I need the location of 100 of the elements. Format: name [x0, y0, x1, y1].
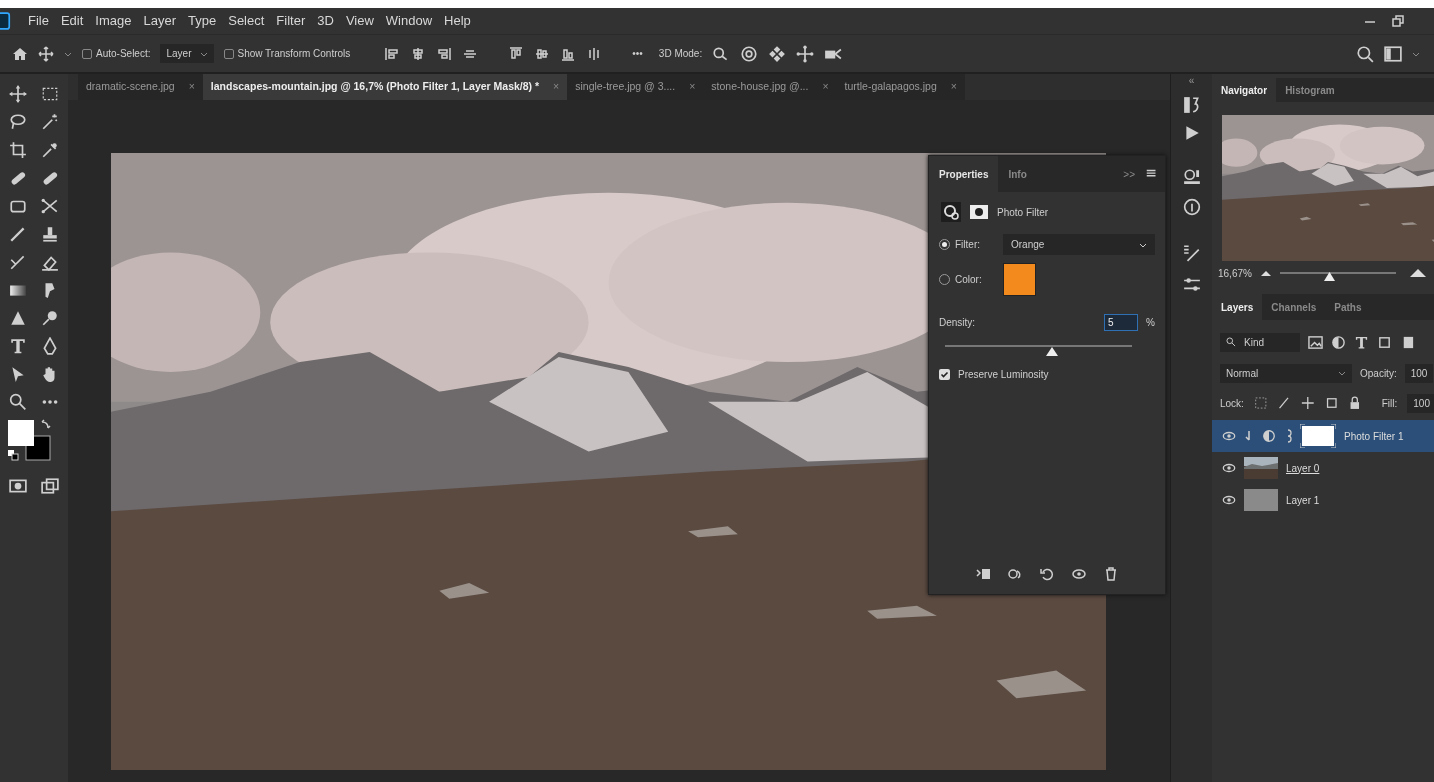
menu-item[interactable]: Help — [438, 10, 477, 32]
menu-item[interactable]: Filter — [270, 10, 312, 32]
density-field[interactable]: 5 — [1104, 314, 1139, 331]
menu-item[interactable]: Type — [182, 10, 223, 32]
menu-item[interactable]: View — [339, 10, 380, 32]
auto-select-label: Auto-Select: — [96, 47, 151, 61]
shape-filter-icon[interactable] — [1377, 334, 1392, 350]
collapse-button[interactable]: « — [1188, 76, 1195, 86]
stamp-icon[interactable] — [41, 225, 59, 243]
menu-item[interactable]: Select — [222, 10, 271, 32]
panel-tab[interactable]: Navigator — [1212, 78, 1277, 102]
lock-artboard-icon[interactable] — [1324, 396, 1339, 410]
layer-mask-thumbnail[interactable] — [1300, 424, 1336, 448]
close-tab-icon[interactable]: × — [689, 79, 696, 95]
layer-row[interactable]: Layer 1 — [1212, 484, 1434, 516]
opacity-label: Opacity: — [1360, 366, 1397, 381]
color-swatch[interactable] — [1003, 263, 1036, 296]
eyedropper-icon[interactable] — [41, 141, 59, 159]
align-icon[interactable] — [508, 45, 525, 62]
slide-icon[interactable] — [796, 44, 815, 63]
type-tool-icon[interactable] — [9, 337, 27, 355]
eye-icon[interactable] — [1222, 461, 1236, 475]
menu-item[interactable]: Image — [89, 10, 138, 32]
document-tab[interactable]: single-tree.jpg @ 3.... × — [567, 74, 704, 100]
pen-icon[interactable] — [41, 337, 59, 355]
blend-mode-dropdown[interactable]: Normal — [1220, 363, 1352, 383]
lock-icon[interactable] — [1348, 396, 1362, 410]
lock-pixels-icon[interactable] — [1253, 396, 1268, 410]
adjustment-icon[interactable] — [941, 202, 961, 222]
zoom-slider-thumb[interactable] — [1324, 272, 1336, 281]
menu-item[interactable]: File — [22, 10, 55, 32]
layer-dropdown[interactable]: Layer — [160, 44, 214, 63]
marquee-icon[interactable] — [41, 85, 59, 103]
close-tab-icon[interactable]: × — [188, 79, 195, 95]
view-previous-icon[interactable] — [1007, 566, 1023, 582]
layer-thumbnail[interactable] — [1244, 457, 1278, 479]
crop-icon[interactable] — [9, 141, 27, 159]
mask-icon[interactable] — [969, 202, 989, 222]
close-tab-icon[interactable]: × — [950, 79, 957, 95]
adjustment-filter-icon[interactable] — [1331, 334, 1346, 350]
preserve-luminosity-checkbox[interactable] — [939, 369, 950, 380]
move-icon[interactable] — [38, 45, 54, 62]
trash-icon[interactable] — [1103, 566, 1119, 582]
filter-dropdown[interactable]: Orange — [1003, 234, 1155, 255]
eye-icon[interactable] — [1222, 493, 1236, 507]
workspace-icon[interactable] — [1384, 44, 1402, 63]
zoom-in-icon[interactable] — [1410, 268, 1426, 278]
align-icon[interactable] — [436, 45, 453, 62]
properties-panel-icon[interactable] — [1182, 276, 1201, 294]
document-tab[interactable]: stone-house.jpg @... × — [703, 74, 837, 100]
home-icon[interactable] — [12, 45, 28, 62]
search-icon[interactable] — [1356, 44, 1374, 63]
opacity-field[interactable]: 100 — [1404, 363, 1434, 383]
quick-mask-icon[interactable] — [9, 477, 27, 495]
magic-wand-icon[interactable] — [41, 113, 59, 131]
auto-select-checkbox[interactable] — [82, 48, 92, 59]
brush-settings-icon[interactable] — [1182, 244, 1201, 262]
document-tab[interactable]: dramatic-scene.jpg × — [78, 74, 203, 100]
info-icon[interactable] — [1182, 198, 1201, 216]
document-tab[interactable]: landscapes-mountain.jpg @ 16,7% (Photo Filter 1, Layer Mask/8) * × — [202, 74, 568, 100]
adjustments-panel-icon[interactable] — [1182, 168, 1201, 186]
lasso-icon[interactable] — [9, 113, 27, 131]
panel-tab[interactable]: Properties — [929, 156, 999, 192]
menu-item[interactable]: Layer — [137, 10, 183, 32]
align-icon[interactable] — [384, 45, 401, 62]
restore-icon[interactable] — [1390, 13, 1406, 29]
zoom-out-icon[interactable] — [1259, 269, 1272, 277]
reset-icon[interactable] — [1039, 566, 1055, 582]
pan-icon[interactable] — [768, 44, 787, 63]
screen-mode-icon[interactable] — [41, 477, 59, 495]
fill-field[interactable]: 100 — [1407, 393, 1434, 413]
zoom-icon[interactable] — [9, 393, 27, 411]
document-tab[interactable]: turtle-galapagos.jpg × — [836, 74, 965, 100]
image-filter-icon[interactable] — [1308, 334, 1323, 350]
history-icon[interactable] — [1182, 96, 1201, 114]
kind-filter[interactable]: Kind — [1220, 332, 1300, 352]
visibility-icon[interactable] — [1071, 566, 1087, 582]
more-options-button[interactable]: ••• — [626, 44, 649, 63]
layer-thumbnail[interactable] — [1244, 489, 1278, 511]
dodge-icon[interactable] — [41, 309, 59, 327]
move-tool-icon[interactable] — [9, 85, 27, 103]
density-label: Density: — [939, 316, 976, 330]
color-label: Color: — [955, 273, 983, 287]
lock-move-icon[interactable] — [1301, 396, 1315, 410]
menu-item[interactable]: Window — [379, 10, 439, 32]
type-filter-icon[interactable] — [1354, 334, 1369, 350]
transform-controls-checkbox[interactable] — [223, 48, 234, 59]
transform-controls-label: Show Transform Controls — [237, 47, 351, 61]
panel-tab[interactable]: Layers — [1212, 294, 1263, 320]
close-tab-icon[interactable]: × — [822, 79, 829, 95]
scissors-icon[interactable] — [41, 197, 59, 215]
roll-icon[interactable] — [740, 44, 759, 63]
sharpen-icon[interactable] — [9, 309, 27, 327]
menu-item[interactable]: Edit — [54, 10, 90, 32]
menu-item[interactable]: 3D — [311, 10, 340, 32]
layer-row[interactable]: Layer 0 — [1212, 452, 1434, 484]
percent-label: % — [1146, 316, 1155, 330]
layer-row[interactable]: Photo Filter 1 — [1212, 420, 1434, 452]
eye-icon[interactable] — [1222, 429, 1236, 443]
clip-icon[interactable] — [975, 566, 991, 582]
